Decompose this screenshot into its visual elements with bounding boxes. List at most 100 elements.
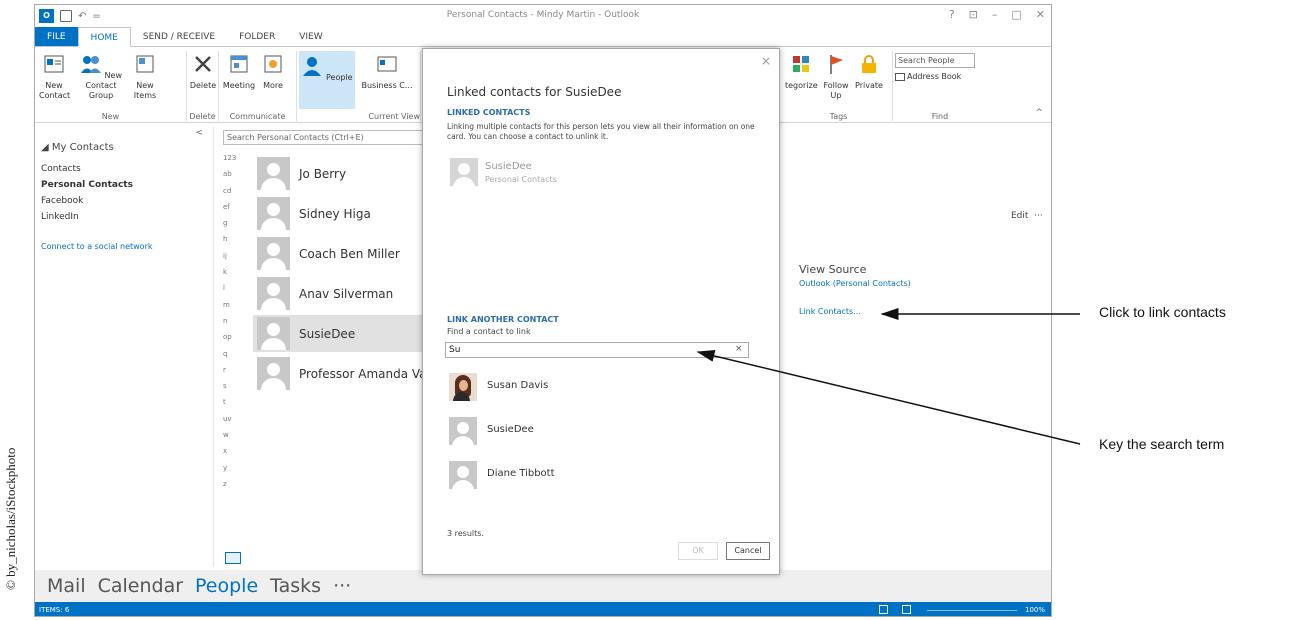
- alpha-letter[interactable]: uv: [223, 415, 237, 431]
- flag-icon: [830, 55, 843, 74]
- contact-list-item[interactable]: Professor Amanda Va: [253, 355, 427, 392]
- items-count: ITEMS: 6: [39, 606, 70, 614]
- window-controls: ? ⊡ – □ ✕: [949, 8, 1045, 21]
- alpha-letter[interactable]: l: [223, 284, 237, 300]
- my-contacts-header[interactable]: ◢ My Contacts: [41, 142, 114, 153]
- private-button[interactable]: Private: [853, 53, 885, 91]
- alpha-letter[interactable]: s: [223, 382, 237, 398]
- avatar: [257, 197, 290, 230]
- folder-personal-contacts[interactable]: Personal Contacts: [41, 180, 133, 190]
- folder-linkedin[interactable]: LinkedIn: [41, 212, 79, 222]
- ribbon-display-icon[interactable]: ⊡: [969, 8, 978, 21]
- new-contact-button[interactable]: New Contact: [39, 53, 70, 101]
- avatar: [450, 158, 478, 186]
- more-communicate-icon: [264, 55, 282, 73]
- dialog-close-icon[interactable]: ×: [761, 54, 771, 68]
- alpha-letter[interactable]: h: [223, 235, 237, 251]
- group-label-delete: Delete: [189, 112, 216, 121]
- search-contacts-input[interactable]: Search Personal Contacts (Ctrl+E): [223, 130, 423, 145]
- meeting-button[interactable]: Meeting: [221, 53, 257, 91]
- link-contacts-link[interactable]: Link Contacts...: [799, 307, 861, 316]
- help-icon[interactable]: ?: [949, 8, 955, 21]
- folder-facebook[interactable]: Facebook: [41, 196, 83, 206]
- alpha-letter[interactable]: n: [223, 317, 237, 333]
- address-book-button[interactable]: Address Book: [895, 72, 961, 81]
- alpha-letter[interactable]: ab: [223, 170, 237, 186]
- tab-file[interactable]: FILE: [35, 27, 78, 47]
- new-items-button[interactable]: New Items: [131, 53, 159, 101]
- nav-people[interactable]: People: [195, 575, 258, 597]
- address-book-icon: [895, 72, 905, 81]
- contact-list-item[interactable]: Anav Silverman: [253, 275, 423, 312]
- contact-list-item[interactable]: Jo Berry: [253, 155, 423, 192]
- folder-pane: < ◢ My Contacts Contacts Personal Contac…: [35, 124, 207, 570]
- more-button[interactable]: More: [259, 53, 287, 91]
- alpha-letter[interactable]: 123: [223, 154, 237, 170]
- callout-link-contacts: Click to link contacts: [1099, 304, 1226, 320]
- tab-home[interactable]: HOME: [77, 27, 131, 47]
- source-link[interactable]: Outlook (Personal Contacts): [799, 279, 911, 288]
- follow-up-button[interactable]: Follow Up: [821, 53, 851, 101]
- contact-list-item[interactable]: Sidney Higa: [253, 195, 423, 232]
- clear-search-icon[interactable]: ×: [735, 344, 743, 354]
- nav-mail[interactable]: Mail: [47, 575, 86, 597]
- search-result-item[interactable]: SusieDee: [447, 415, 747, 453]
- search-result-item[interactable]: Susan Davis: [447, 371, 747, 409]
- maximize-icon[interactable]: □: [1011, 8, 1021, 21]
- linked-contact-item[interactable]: SusieDee Personal Contacts: [447, 156, 747, 196]
- group-label-current-view: Current View: [368, 112, 420, 121]
- alpha-letter[interactable]: w: [223, 431, 237, 447]
- alpha-letter[interactable]: cd: [223, 187, 237, 203]
- more-options-icon[interactable]: ···: [1034, 211, 1043, 221]
- nav-tasks[interactable]: Tasks: [270, 575, 321, 597]
- result-name: Diane Tibbott: [487, 468, 555, 479]
- search-people-input[interactable]: Search People: [895, 53, 975, 68]
- nav-calendar[interactable]: Calendar: [98, 575, 183, 597]
- alpha-letter[interactable]: m: [223, 301, 237, 317]
- categorize-button[interactable]: tegorize: [785, 53, 818, 91]
- tab-send-receive[interactable]: SEND / RECEIVE: [131, 27, 227, 47]
- business-card-view-button[interactable]: Business C...: [359, 53, 415, 91]
- new-contact-icon[interactable]: [225, 552, 241, 564]
- alpha-letter[interactable]: ef: [223, 203, 237, 219]
- alpha-letter[interactable]: k: [223, 268, 237, 284]
- zoom-slider[interactable]: [927, 610, 1017, 611]
- tab-folder[interactable]: FOLDER: [227, 27, 287, 47]
- find-contact-input[interactable]: Su: [445, 342, 749, 358]
- ribbon-tabs: FILE HOME SEND / RECEIVE FOLDER VIEW: [35, 27, 1051, 47]
- cancel-button[interactable]: Cancel: [726, 542, 770, 560]
- alpha-letter[interactable]: z: [223, 480, 237, 496]
- alpha-letter[interactable]: x: [223, 447, 237, 463]
- people-view-button[interactable]: People: [299, 51, 355, 109]
- alpha-letter[interactable]: y: [223, 464, 237, 480]
- contact-list-item[interactable]: Coach Ben Miller: [253, 235, 423, 272]
- group-label-find: Find: [931, 112, 949, 121]
- ok-button[interactable]: OK: [678, 542, 718, 560]
- connect-social-link[interactable]: Connect to a social network: [41, 242, 152, 251]
- new-contact-group-button[interactable]: New Contact Group: [77, 53, 125, 101]
- alpha-letter[interactable]: t: [223, 398, 237, 414]
- zoom-level[interactable]: 100%: [1025, 606, 1045, 614]
- close-icon[interactable]: ✕: [1036, 8, 1045, 21]
- normal-view-icon[interactable]: [879, 605, 888, 614]
- status-bar: ITEMS: 6 100%: [35, 602, 1051, 616]
- alpha-letter[interactable]: q: [223, 350, 237, 366]
- alpha-letter[interactable]: g: [223, 219, 237, 235]
- reading-view-icon[interactable]: [902, 605, 911, 614]
- collapse-ribbon-icon[interactable]: ^: [1035, 108, 1043, 118]
- alpha-letter[interactable]: r: [223, 366, 237, 382]
- alpha-letter[interactable]: op: [223, 333, 237, 349]
- outlook-window: O ↶ = Personal Contacts - Mindy Martin -…: [34, 4, 1052, 617]
- minimize-icon[interactable]: –: [992, 8, 998, 21]
- tab-view[interactable]: VIEW: [287, 27, 334, 47]
- avatar: [257, 157, 290, 190]
- linked-contacts-description: Linking multiple contacts for this perso…: [447, 122, 755, 141]
- contact-list-item-selected[interactable]: SusieDee: [253, 315, 423, 352]
- edit-contact-button[interactable]: Edit ···: [1011, 211, 1043, 221]
- folder-contacts[interactable]: Contacts: [41, 164, 81, 174]
- nav-more-icon[interactable]: ···: [333, 575, 351, 597]
- alpha-letter[interactable]: ij: [223, 252, 237, 268]
- collapse-folder-pane-icon[interactable]: <: [195, 128, 203, 138]
- search-result-item[interactable]: Diane Tibbott: [447, 459, 747, 497]
- delete-button[interactable]: Delete: [189, 53, 217, 91]
